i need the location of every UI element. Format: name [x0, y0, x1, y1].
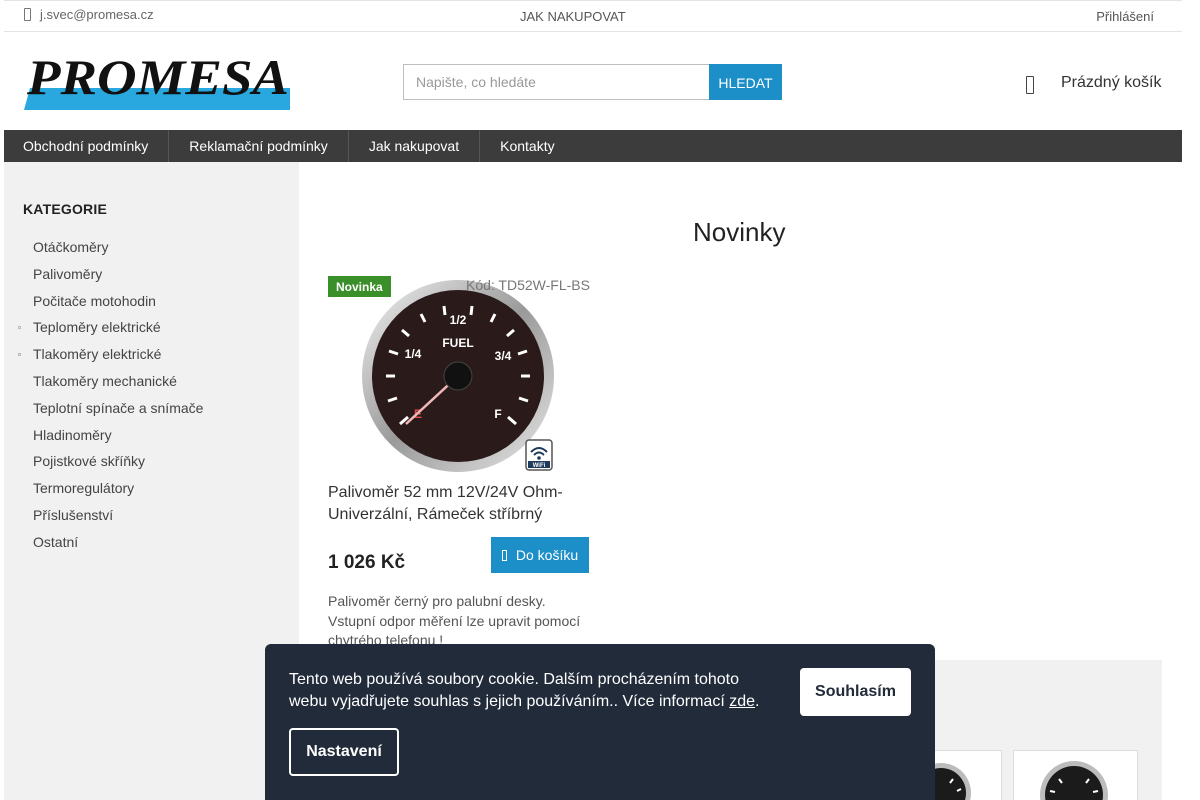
category-label: Palivoměry [33, 265, 103, 282]
nav-item-terms[interactable]: Obchodní podmínky [4, 130, 170, 162]
gauge-label-three-quarters: 3/4 [495, 349, 512, 363]
cart-icon [501, 549, 507, 561]
search-input[interactable] [403, 64, 709, 100]
category-item[interactable]: Hladinoměry [4, 422, 299, 449]
add-to-cart-label: Do košíku [515, 547, 579, 563]
category-label: Ostatní [33, 533, 79, 550]
category-item[interactable]: Termoregulátory [4, 475, 299, 502]
gauge-label-half: 1/2 [450, 313, 467, 327]
cookie-message: Tento web používá soubory cookie. Dalším… [289, 671, 740, 710]
cookie-more-info-link[interactable]: zde [729, 693, 755, 710]
category-label: Příslušenství [33, 506, 114, 523]
expand-bullet-icon[interactable] [18, 353, 21, 357]
email-text: j.svec@promesa.cz [40, 7, 154, 22]
related-product-image [1040, 761, 1108, 800]
search-form: HLEDAT [403, 64, 782, 100]
gauge-label-full: F [494, 407, 501, 421]
product-description: Palivoměr černý pro palubní desky. Vstup… [328, 593, 581, 648]
logo-text: PROMESA [26, 50, 289, 105]
promesa-logo[interactable]: PROMESA [24, 50, 290, 110]
category-item[interactable]: Palivoměry [4, 261, 299, 288]
category-label: Tlakoměry elektrické [33, 346, 162, 363]
category-item[interactable]: Tlakoměry mechanické [4, 368, 299, 395]
category-label: Teploměry elektrické [33, 319, 161, 336]
category-item[interactable]: Počitače motohodin [4, 288, 299, 315]
category-sidebar: KATEGORIE Otáčkoměry Palivoměry Počitače… [4, 162, 299, 800]
main-nav: Obchodní podmínky Reklamační podmínky Ja… [4, 130, 1182, 162]
how-to-buy-link[interactable]: JAK NAKUPOVAT [520, 9, 626, 24]
category-item[interactable]: Teploměry elektrické [4, 314, 299, 341]
category-item[interactable]: Tlakoměry elektrické [4, 341, 299, 368]
add-to-cart-button[interactable]: Do košíku [491, 537, 589, 573]
product-image[interactable]: 1/2 1/4 3/4 FUEL E F WiFi [358, 278, 558, 474]
category-item[interactable]: Teplotní spínače a snímače [4, 395, 299, 422]
sidebar-title: KATEGORIE [23, 201, 107, 217]
search-button[interactable]: HLEDAT [709, 64, 782, 100]
expand-bullet-icon[interactable] [18, 326, 21, 330]
product-price: 1 026 Kč [328, 552, 406, 573]
category-item[interactable]: Pojistkové skříňky [4, 448, 299, 475]
category-label: Termoregulátory [33, 480, 135, 497]
category-label: Teplotní spínače a snímače [33, 399, 204, 416]
gauge-hub [443, 361, 473, 391]
new-badge: Novinka [328, 276, 391, 297]
category-item[interactable]: Otáčkoměry [4, 234, 299, 261]
page-title: Novinky [693, 217, 786, 247]
cookie-agree-button[interactable]: Souhlasím [800, 668, 911, 716]
cart-icon [1026, 76, 1034, 94]
gauge-label-quarter: 1/4 [405, 347, 422, 361]
related-product-card[interactable] [1013, 750, 1138, 800]
category-list: Otáčkoměry Palivoměry Počitače motohodin… [4, 234, 299, 556]
nav-item-how-to-buy[interactable]: Jak nakupovat [349, 130, 481, 162]
gauge-label-fuel: FUEL [442, 336, 473, 350]
login-link[interactable]: Přihlášení [1096, 9, 1154, 24]
nav-item-complaints[interactable]: Reklamační podmínky [169, 130, 349, 162]
category-label: Počitače motohodin [33, 292, 156, 309]
top-bar: j.svec@promesa.cz JAK NAKUPOVAT Přihláše… [4, 0, 1182, 32]
cookie-text: Tento web používá soubory cookie. Dalším… [289, 671, 760, 710]
category-label: Otáčkoměry [33, 239, 109, 255]
nav-item-contacts[interactable]: Kontakty [480, 130, 574, 162]
wifi-icon: WiFi [525, 439, 553, 471]
category-label: Pojistkové skříňky [33, 453, 146, 470]
wifi-label: WiFi [533, 463, 546, 469]
category-label: Hladinoměry [33, 426, 112, 443]
product-name-link[interactable]: Palivoměr 52 mm 12V/24V Ohm-Univerzální,… [328, 482, 590, 526]
phone-icon [24, 8, 31, 21]
cookie-settings-button[interactable]: Nastavení [289, 728, 399, 776]
category-item[interactable]: Příslušenství [4, 502, 299, 529]
category-label: Tlakoměry mechanické [33, 372, 177, 389]
cart[interactable]: Prázdný košík [1026, 72, 1161, 94]
cart-label: Prázdný košík [1061, 74, 1162, 91]
category-item[interactable]: Ostatní [4, 529, 299, 556]
product-code: Kód: TD52W-FL-BS [466, 277, 590, 293]
contact-email[interactable]: j.svec@promesa.cz [24, 7, 154, 22]
cookie-consent-bar: Tento web používá soubory cookie. Dalším… [265, 644, 935, 800]
